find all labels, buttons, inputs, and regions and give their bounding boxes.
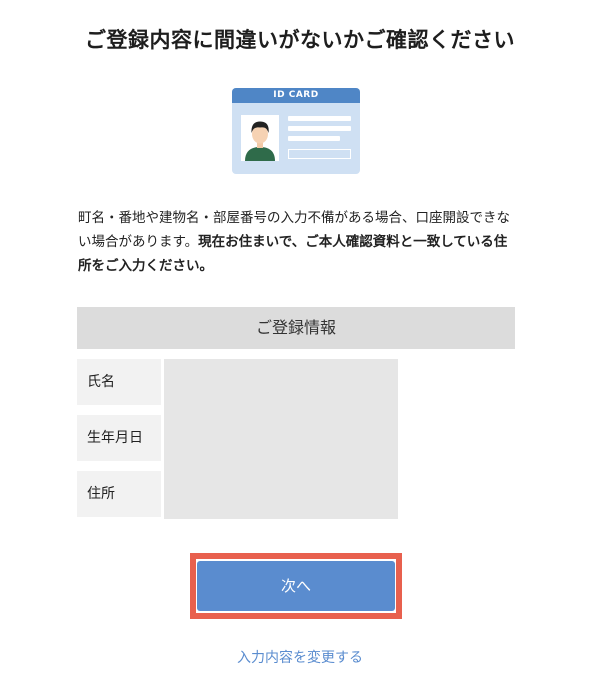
id-card-label: ID CARD (232, 88, 360, 103)
address-notice: 町名・番地や建物名・部屋番号の入力不備がある場合、口座開設できない場合があります… (78, 206, 518, 278)
registration-values-redacted (164, 359, 398, 519)
id-card-icon: ID CARD (232, 88, 360, 174)
field-label-birthdate: 生年月日 (77, 415, 161, 461)
person-photo-icon (241, 115, 279, 161)
field-label-name: 氏名 (77, 359, 161, 405)
id-card-text-lines (288, 116, 351, 159)
field-label-address: 住所 (77, 471, 161, 517)
registration-info-header: ご登録情報 (77, 307, 515, 349)
next-button[interactable]: 次へ (197, 561, 395, 611)
edit-input-link[interactable]: 入力内容を変更する (0, 647, 600, 667)
page-title: ご登録内容に間違いがないかご確認ください (85, 28, 515, 52)
